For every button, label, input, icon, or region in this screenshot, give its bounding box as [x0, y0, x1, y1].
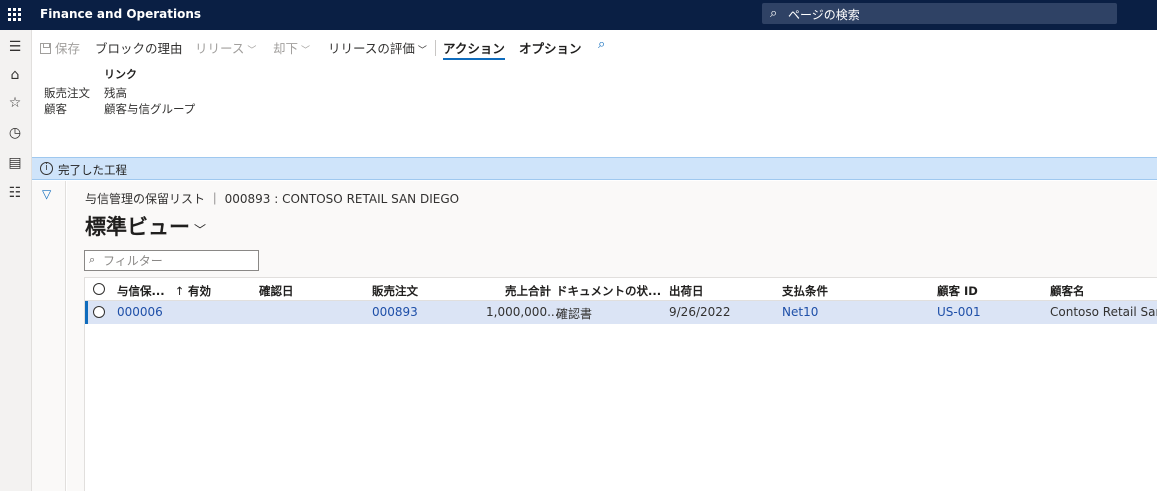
cell-credit-hold-id[interactable]: 000006 [117, 305, 163, 319]
column-header-ship-date[interactable]: 出荷日 [669, 283, 704, 299]
grid-header-row: 与信保... ↑ 有効 確認日 販売注文 売上合計 ドキュメントの状... 出荷日… [85, 277, 1157, 301]
column-header-document-status[interactable]: ドキュメントの状... [556, 283, 661, 299]
save-label: 保存 [55, 41, 81, 56]
search-placeholder: ページの検索 [788, 8, 860, 22]
link-customer-credit-group[interactable]: 顧客与信グループ [104, 101, 195, 117]
column-header-active[interactable]: 有効 [188, 283, 211, 299]
info-icon: i [40, 162, 53, 175]
column-header-sales-total[interactable]: 売上合計 [505, 283, 551, 299]
list-icon[interactable]: ☷ [6, 184, 24, 202]
page-caption: 与信管理の保留リスト ｜ 000893 : CONTOSO RETAIL SAN… [85, 192, 460, 206]
cell-sales-total: 1,000,000.... [486, 305, 563, 319]
star-icon[interactable]: ☆ [6, 94, 24, 112]
tab-options[interactable]: オプション [519, 38, 582, 57]
view-selector[interactable]: 標準ビュー ﹀ [85, 211, 206, 241]
filter-pane-rail: ▽ [32, 181, 66, 491]
cell-customer-name: Contoso Retail San D [1050, 305, 1157, 319]
cell-document-status: 確認書 [556, 307, 593, 321]
workspace-icon[interactable]: ▤ [6, 154, 24, 172]
group-label-sales-order: 販売注文 [44, 86, 90, 100]
menu-icon[interactable]: ☰ [6, 38, 24, 56]
tab-action[interactable]: アクション [443, 38, 505, 60]
column-header-payment-terms[interactable]: 支払条件 [782, 283, 828, 299]
top-bar: Finance and Operations ⌕ ページの検索 [0, 0, 1157, 30]
home-icon[interactable]: ⌂ [6, 66, 24, 84]
column-header-credit-hold[interactable]: 与信保... ↑ [117, 283, 184, 299]
block-reason-button[interactable]: ブロックの理由 [95, 38, 183, 57]
chevron-down-icon: ﹀ [194, 223, 207, 237]
reject-button[interactable]: 却下 ﹀ [273, 38, 310, 57]
column-header-confirm-date[interactable]: 確認日 [259, 283, 294, 299]
release-eval-label: リリースの評価 [328, 41, 415, 56]
clock-icon[interactable]: ◷ [6, 124, 24, 142]
chevron-down-icon: ﹀ [417, 46, 427, 56]
column-label: 与信保... [117, 284, 165, 298]
row-select-radio[interactable] [93, 306, 105, 318]
cell-customer-id[interactable]: US-001 [937, 305, 981, 319]
search-icon: ⌕ [89, 253, 96, 266]
filter-field[interactable]: ⌕ [84, 250, 259, 271]
release-eval-button[interactable]: リリースの評価 ﹀ [328, 38, 427, 57]
search-icon[interactable]: ⌕ [598, 37, 605, 52]
column-header-sales-order[interactable]: 販売注文 [372, 283, 418, 299]
links-group-header: リンク [104, 68, 137, 81]
cell-sales-order[interactable]: 000893 [372, 305, 418, 319]
message-bar: i 完了した工程 [32, 157, 1157, 180]
app-title: Finance and Operations [40, 7, 202, 21]
action-pane: 保存 ブロックの理由 リリース ﹀ 却下 ﹀ リリースの評価 ﹀ アクション オプショ… [32, 30, 1157, 156]
chevron-down-icon: ﹀ [301, 46, 311, 56]
message-text: 完了した工程 [58, 163, 127, 177]
select-all-radio[interactable] [93, 283, 105, 295]
app-launcher-icon[interactable] [8, 8, 22, 22]
cell-ship-date: 9/26/2022 [669, 305, 731, 319]
save-icon [40, 43, 51, 54]
reject-label: 却下 [273, 41, 299, 56]
link-balance[interactable]: 残高 [104, 85, 127, 101]
divider [435, 40, 436, 56]
release-label: リリース [195, 41, 245, 56]
sort-ascending-icon: ↑ [174, 284, 185, 298]
save-button[interactable]: 保存 [40, 38, 80, 57]
table-row[interactable]: 000006 000893 1,000,000.... 確認書 9/26/202… [85, 301, 1157, 324]
page-search-box[interactable]: ⌕ ページの検索 [762, 3, 1117, 24]
main-content: 与信管理の保留リスト ｜ 000893 : CONTOSO RETAIL SAN… [67, 181, 1157, 491]
search-icon: ⌕ [770, 6, 778, 21]
view-name: 標準ビュー [85, 215, 190, 239]
data-grid: 与信保... ↑ 有効 確認日 販売注文 売上合計 ドキュメントの状... 出荷日… [84, 277, 1157, 491]
navigation-rail: ☰ ⌂ ☆ ◷ ▤ ☷ [0, 30, 32, 491]
column-header-customer-name[interactable]: 顧客名 [1050, 283, 1085, 299]
cell-payment-terms[interactable]: Net10 [782, 305, 818, 319]
chevron-down-icon: ﹀ [247, 46, 257, 56]
filter-icon[interactable]: ▽ [42, 187, 51, 201]
group-label-customer: 顧客 [44, 102, 67, 116]
release-button[interactable]: リリース ﹀ [195, 38, 256, 57]
column-header-customer-id[interactable]: 顧客 ID [937, 283, 978, 299]
filter-input[interactable] [103, 252, 253, 269]
